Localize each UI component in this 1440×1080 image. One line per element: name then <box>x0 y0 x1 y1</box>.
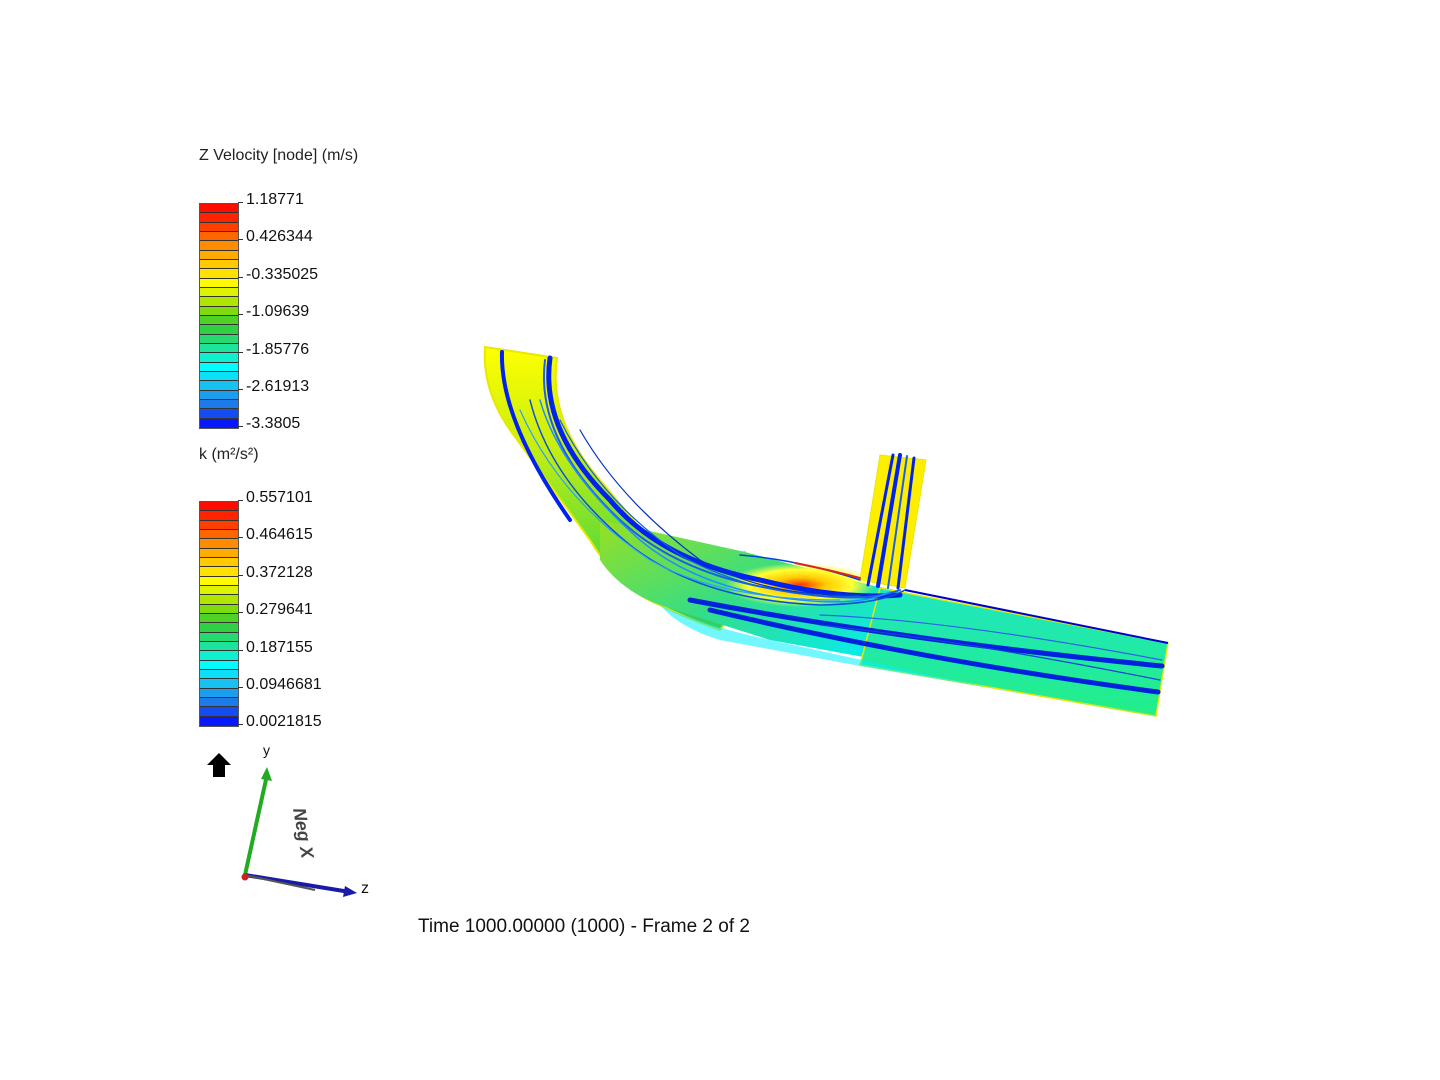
y-axis-line <box>243 774 269 876</box>
time-frame-status: Time 1000.00000 (1000) - Frame 2 of 2 <box>418 916 750 937</box>
view-direction-label: Neg X <box>289 806 318 861</box>
pipe-body <box>483 345 1169 717</box>
x-axis-line <box>244 874 316 891</box>
y-axis-arrowhead <box>261 767 272 781</box>
axis-triad: y z Neg X <box>195 742 395 910</box>
axis-triad-graphic: y z Neg X <box>207 742 369 897</box>
origin-marker <box>241 873 249 881</box>
up-arrow-icon <box>207 753 231 777</box>
y-axis-label: y <box>263 745 270 758</box>
z-axis-arrowhead <box>343 886 357 897</box>
z-axis-label: z <box>361 880 369 897</box>
